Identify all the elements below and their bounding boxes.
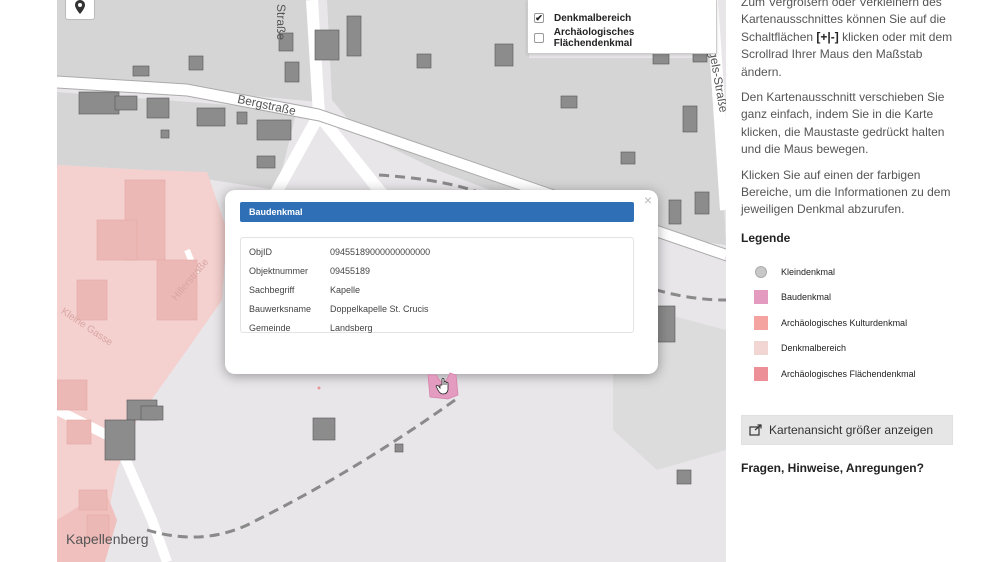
baudenkmal-feature[interactable] <box>426 371 460 401</box>
legend-label: Baudenkmal <box>781 292 832 303</box>
table-row: Objektnummer 09455189 <box>249 261 633 280</box>
table-row: Gemeinde Landsberg <box>249 318 633 337</box>
legend-label: Archäologisches Flächendenkmal <box>781 368 916 379</box>
legend: Kleindenkmal Baudenkmal Archäologisches … <box>741 259 999 387</box>
legend-item-denkmalbereich: Denkmalbereich <box>741 335 999 361</box>
table-row: Sachbegriff Kapelle <box>249 280 633 299</box>
layer-panel: ✔ Denkmalbereich Archäologisches Flächen… <box>527 0 717 54</box>
attribute-value: Doppelkapelle St. Crucis <box>330 303 429 314</box>
checkbox-denkmalbereich[interactable]: ✔ <box>534 13 544 23</box>
questions-link[interactable]: Fragen, Hinweise, Anregungen? <box>741 461 999 475</box>
attribute-key: ObjID <box>249 246 273 257</box>
legend-item-kulturdenkmal: Archäologisches Kulturdenkmal <box>741 310 999 336</box>
info-popup: × Baudenkmal ObjID 09455189000000000000 … <box>225 190 658 374</box>
table-row: Bauwerksname Doppelkapelle St. Crucis <box>249 299 633 318</box>
close-icon[interactable]: × <box>644 192 652 208</box>
legend-title: Legende <box>741 230 791 245</box>
map-view[interactable]: Bergstraße Straße gels-Straße Hillerstra… <box>57 0 726 562</box>
legend-label: Denkmalbereich <box>781 343 847 354</box>
attribute-value: Kapelle <box>330 284 361 295</box>
attribute-value: Landsberg <box>330 322 373 333</box>
larger-map-button[interactable]: Kartenansicht größer anzeigen <box>741 415 953 446</box>
legend-swatch <box>754 315 768 330</box>
sidebar: Zum Vergrößern oder Verkleinern des Kart… <box>726 0 999 562</box>
table-row: ObjID 09455189000000000000 <box>249 242 633 261</box>
attribute-value: 09455189 <box>330 265 371 276</box>
attribute-key: Gemeinde <box>249 322 291 333</box>
map-pin-icon <box>75 0 85 14</box>
legend-item-kleindenkmal: Kleindenkmal <box>741 259 999 285</box>
attribute-key: Objektnummer <box>249 265 309 276</box>
help-text-zoom: Zum Vergrößern oder Verkleinern des Kart… <box>741 0 957 81</box>
legend-swatch <box>754 366 768 381</box>
street-label-top: Straße <box>274 4 288 41</box>
legend-label: Kleindenkmal <box>781 266 836 277</box>
legend-swatch <box>754 341 768 356</box>
layer-item-flaechendenkmal[interactable]: Archäologisches Flächendenkmal <box>534 27 710 49</box>
legend-label: Archäologisches Kulturdenkmal <box>781 317 908 328</box>
locate-button[interactable] <box>65 0 95 20</box>
legend-item-baudenkmal: Baudenkmal <box>741 284 999 310</box>
help-text-click: Klicken Sie auf einen der farbigen Berei… <box>741 167 951 217</box>
popup-attribute-table: ObjID 09455189000000000000 Objektnummer … <box>240 237 634 333</box>
legend-swatch <box>755 265 767 278</box>
legend-item-flaechendenkmal: Archäologisches Flächendenkmal <box>741 361 999 387</box>
popup-title: Baudenkmal <box>240 202 634 222</box>
checkbox-flaechendenkmal[interactable] <box>534 33 544 43</box>
external-link-icon <box>749 424 762 436</box>
place-label-kapellenberg: Kapellenberg <box>66 531 149 547</box>
larger-map-label: Kartenansicht größer anzeigen <box>769 423 934 438</box>
layer-label: Archäologisches Flächendenkmal <box>553 27 635 49</box>
attribute-key: Sachbegriff <box>249 284 295 295</box>
layer-item-denkmalbereich[interactable]: ✔ Denkmalbereich <box>534 8 710 28</box>
legend-swatch <box>754 290 768 305</box>
zoom-buttons-hint: [+|-] <box>816 29 839 44</box>
attribute-value: 09455189000000000000 <box>330 246 431 257</box>
attribute-key: Bauwerksname <box>249 303 312 314</box>
layer-label: Denkmalbereich <box>554 12 632 24</box>
help-text-pan: Den Kartenausschnitt verschieben Sie gan… <box>741 90 945 157</box>
